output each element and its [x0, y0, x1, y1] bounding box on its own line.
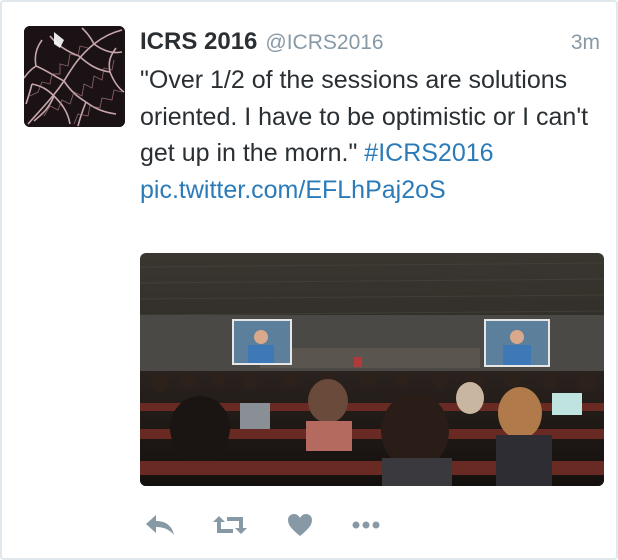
more-button[interactable]: [350, 509, 382, 541]
reply-icon: [146, 515, 174, 535]
tweet-header: ICRS 2016 @ICRS2016 3m: [140, 28, 600, 64]
hashtag-link[interactable]: #ICRS2016: [364, 139, 493, 167]
reply-button[interactable]: [144, 509, 176, 541]
tweet-card: ICRS 2016 @ICRS2016 3m "Over 1/2 of the …: [0, 0, 618, 560]
conference-hall-photo: [140, 253, 604, 486]
retweet-button[interactable]: [210, 509, 250, 541]
timestamp[interactable]: 3m: [571, 31, 600, 55]
retweet-icon: [213, 516, 247, 534]
more-icon: [352, 521, 380, 529]
tweet-actions: [144, 507, 416, 543]
tweet-text: "Over 1/2 of the sessions are solutions …: [140, 62, 600, 208]
heart-icon: [288, 514, 312, 536]
tweet-photo[interactable]: [140, 253, 604, 486]
user-handle[interactable]: @ICRS2016: [265, 31, 383, 55]
coral-avatar-image: [24, 26, 125, 127]
media-link[interactable]: pic.twitter.com/EFLhPaj2oS: [140, 176, 446, 204]
display-name[interactable]: ICRS 2016: [140, 28, 257, 56]
avatar[interactable]: [24, 26, 125, 127]
like-button[interactable]: [284, 509, 316, 541]
